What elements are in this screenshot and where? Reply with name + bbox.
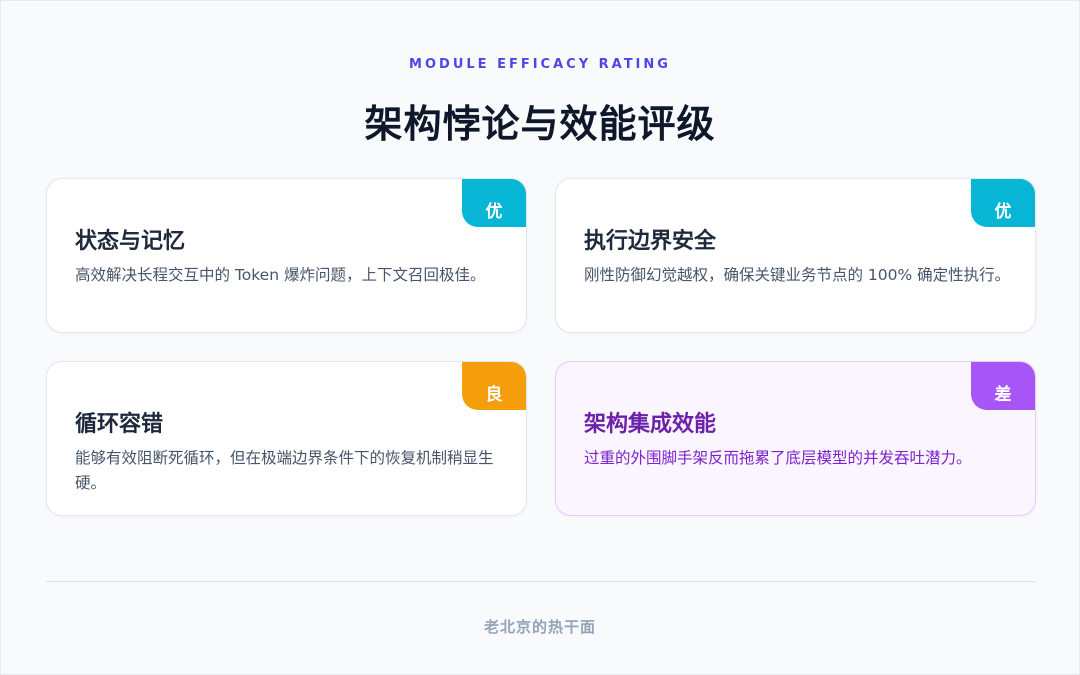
- card-description: 刚性防御幻觉越权，确保关键业务节点的 100% 确定性执行。: [584, 266, 1011, 284]
- card-title: 架构集成效能: [584, 412, 717, 437]
- rating-badge: 优: [971, 179, 1035, 227]
- card-description: 过重的外围脚手架反而拖累了底层模型的并发吞吐潜力。: [584, 449, 972, 467]
- card-title: 执行边界安全: [584, 229, 717, 254]
- card-description: 高效解决长程交互中的 Token 爆炸问题，上下文召回极佳。: [75, 266, 486, 284]
- rating-card-state-memory: 优 状态与记忆 高效解决长程交互中的 Token 爆炸问题，上下文召回极佳。: [46, 178, 527, 333]
- card-description: 能够有效阻断死循环，但在极端边界条件下的恢复机制稍显生硬。: [75, 449, 494, 492]
- page-title: 架构悖论与效能评级: [364, 102, 716, 146]
- card-title: 循环容错: [75, 412, 164, 437]
- rating-card-loop-tolerance: 良 循环容错 能够有效阻断死循环，但在极端边界条件下的恢复机制稍显生硬。: [46, 361, 527, 516]
- card-title: 状态与记忆: [75, 229, 186, 254]
- rating-badge: 差: [971, 362, 1035, 410]
- rating-badge: 优: [462, 179, 526, 227]
- rating-card-integration-efficacy: 差 架构集成效能 过重的外围脚手架反而拖累了底层模型的并发吞吐潜力。: [555, 361, 1036, 516]
- rating-card-execution-safety: 优 执行边界安全 刚性防御幻觉越权，确保关键业务节点的 100% 确定性执行。: [555, 178, 1036, 333]
- footer-divider: [46, 581, 1036, 582]
- rating-badge: 良: [462, 362, 526, 410]
- page: MODULE EFFICACY RATING 架构悖论与效能评级 优 状态与记忆…: [0, 0, 1080, 675]
- eyebrow-label: MODULE EFFICACY RATING: [409, 57, 671, 72]
- footer-author: 老北京的热干面: [483, 618, 596, 636]
